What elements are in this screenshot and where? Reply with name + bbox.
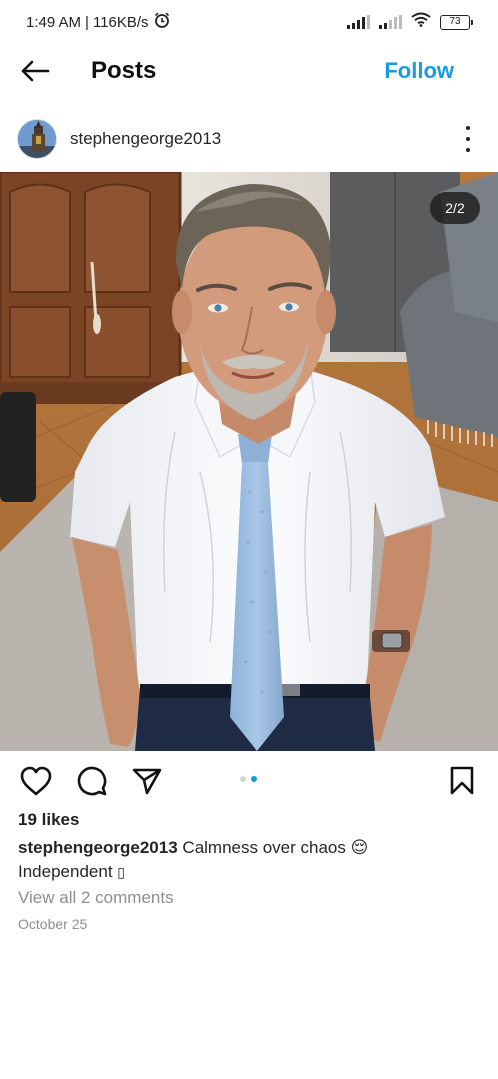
follow-button[interactable]: Follow [384,58,454,84]
status-left: 1:49 AM | 116KB/s [26,11,171,33]
signal-icon [347,15,370,29]
more-dot [466,126,470,130]
alarm-icon [153,11,171,33]
carousel-dot-active [251,776,257,782]
post-caption: stephengeorge2013 Calmness over chaos 😌 … [18,836,478,884]
post-author-row: stephengeorge2013 [0,114,498,164]
status-separator: | [85,13,89,31]
post-date: October 25 [18,916,88,932]
like-button[interactable] [19,764,53,798]
share-icon [132,768,162,795]
status-speed: 116KB/s [92,13,149,31]
caption-glyph: ▯ [117,864,125,880]
post-photo[interactable]: 2/2 [0,172,498,751]
caption-text: Calmness over chaos 😌 [182,838,369,857]
app-header: Posts Follow [0,44,498,100]
status-right: 73 [347,12,473,32]
heart-icon [20,766,52,796]
share-button[interactable] [130,764,164,798]
post-username[interactable]: stephengeorge2013 [70,129,221,149]
avatar[interactable] [17,119,57,159]
post-actions-bar [0,760,498,804]
more-dot [466,137,470,141]
page-title: Posts [91,57,157,84]
signal-icon-2 [379,15,402,29]
save-button[interactable] [445,764,479,798]
arrow-left-icon [21,60,50,82]
carousel-dots [240,776,257,782]
instagram-post-screen: 1:49 AM | 116KB/s 73 Posts Follow stephe… [0,0,498,1079]
battery-icon: 73 [440,14,473,30]
status-time: 1:49 AM [26,13,82,31]
view-comments-link[interactable]: View all 2 comments [18,888,174,908]
carousel-dot [240,776,246,782]
carousel-counter-badge: 2/2 [430,192,480,224]
status-bar: 1:49 AM | 116KB/s 73 [0,0,498,44]
wifi-icon [411,12,431,32]
comment-button[interactable] [75,764,109,798]
caption-line2: Independent [18,862,118,881]
more-options-button[interactable] [458,126,478,152]
bookmark-icon [450,766,474,795]
caption-username[interactable]: stephengeorge2013 [18,838,178,857]
comment-icon [77,766,107,796]
back-button[interactable] [18,56,52,86]
likes-count[interactable]: 19 likes [18,810,79,830]
more-dot [466,148,470,152]
